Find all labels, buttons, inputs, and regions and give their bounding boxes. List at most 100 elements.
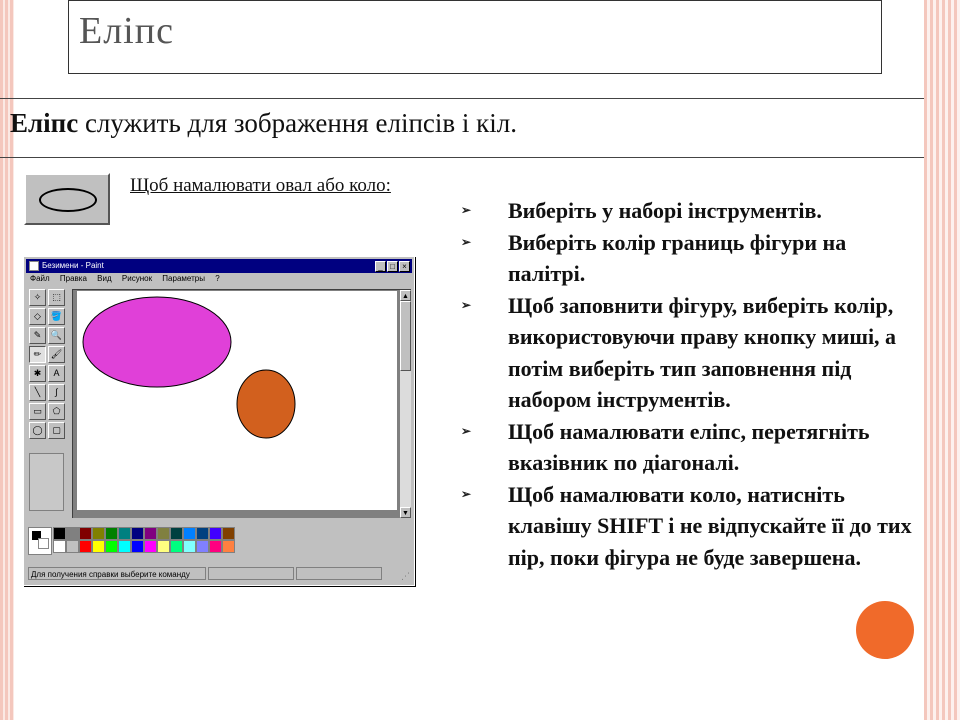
color-swatch[interactable] <box>144 527 157 540</box>
status-cell-position <box>208 567 294 580</box>
ellipse-icon <box>39 188 97 212</box>
orange-navigation-dot[interactable] <box>856 601 914 659</box>
status-bar: Для получения справки выберите команду ⋰ <box>26 567 412 581</box>
magenta-ellipse <box>82 296 232 388</box>
resize-grip-icon[interactable]: ⋰ <box>401 569 410 583</box>
menu-image[interactable]: Рисунок <box>122 274 152 283</box>
arrow-bullet-icon: ➢ <box>461 234 472 249</box>
scroll-up-icon[interactable]: ▲ <box>400 290 411 301</box>
color-picker-tool[interactable]: ✎ <box>29 327 46 344</box>
drawing-canvas[interactable] <box>77 291 397 510</box>
polygon-tool[interactable]: ⬠ <box>48 403 65 420</box>
color-palette <box>53 527 235 554</box>
color-swatch[interactable] <box>105 527 118 540</box>
scroll-down-icon[interactable]: ▼ <box>400 507 411 518</box>
color-swatch[interactable] <box>79 540 92 553</box>
color-swatch[interactable] <box>118 527 131 540</box>
color-swatch[interactable] <box>131 540 144 553</box>
status-cell-size <box>296 567 382 580</box>
menu-help[interactable]: ? <box>215 274 219 283</box>
instruction-list: ➢ Виберіть у наборі інструментів. ➢ Вибері… <box>457 195 922 573</box>
ellipse-tool-button[interactable] <box>24 173 110 225</box>
list-item: ➢ Виберіть колір границь фігури на палітр… <box>457 227 922 290</box>
arrow-bullet-icon: ➢ <box>461 297 472 312</box>
current-colors <box>28 527 52 555</box>
slide-title: Еліпс <box>79 10 174 52</box>
color-swatch[interactable] <box>196 540 209 553</box>
subtitle-bold: Еліпс <box>10 108 79 138</box>
color-swatch[interactable] <box>79 527 92 540</box>
airbrush-tool[interactable]: ✱ <box>29 365 46 382</box>
arrow-bullet-icon: ➢ <box>461 423 472 438</box>
color-swatch[interactable] <box>144 540 157 553</box>
color-swatch[interactable] <box>92 527 105 540</box>
color-swatch[interactable] <box>183 540 196 553</box>
rectangle-tool[interactable]: ▭ <box>29 403 46 420</box>
magnifier-tool[interactable]: 🔍 <box>48 327 65 344</box>
list-item: ➢ Щоб заповнити фігуру, виберіть колір, в… <box>457 290 922 416</box>
color-swatch[interactable] <box>183 527 196 540</box>
slide-subtitle: Еліпс служить для зображення еліпсів і к… <box>10 108 517 139</box>
eraser-tool[interactable]: ◇ <box>29 308 46 325</box>
canvas-area: ▲ ▼ <box>72 289 411 518</box>
window-controls: _ □ × <box>374 260 410 274</box>
howto-heading: Щоб намалювати овал або коло: <box>130 175 391 196</box>
paint-menubar: Файл Правка Вид Рисунок Параметры ? <box>26 274 224 283</box>
menu-options[interactable]: Параметры <box>162 274 205 283</box>
list-item: ➢ Виберіть у наборі інструментів. <box>457 195 922 227</box>
line-tool[interactable]: ╲ <box>29 384 46 401</box>
scroll-thumb[interactable] <box>400 301 411 371</box>
color-swatch[interactable] <box>118 540 131 553</box>
maximize-button[interactable]: □ <box>387 261 398 272</box>
rounded-rect-tool[interactable]: ▢ <box>48 422 65 439</box>
paint-titlebar: Безимени - Paint _ □ × <box>26 259 412 273</box>
curve-tool[interactable]: ∫ <box>48 384 65 401</box>
minimize-button[interactable]: _ <box>375 261 386 272</box>
color-swatch[interactable] <box>53 527 66 540</box>
color-swatch[interactable] <box>53 540 66 553</box>
rect-select-tool[interactable]: ⬚ <box>48 289 65 306</box>
color-swatch[interactable] <box>209 540 222 553</box>
color-swatch[interactable] <box>222 527 235 540</box>
color-swatch[interactable] <box>170 540 183 553</box>
status-text: Для получения справки выберите команду <box>28 567 206 580</box>
color-swatch[interactable] <box>170 527 183 540</box>
pencil-tool[interactable]: ✏ <box>29 346 46 363</box>
ellipse-tool[interactable]: ◯ <box>29 422 46 439</box>
color-swatch[interactable] <box>66 527 79 540</box>
color-swatch[interactable] <box>157 540 170 553</box>
color-swatch[interactable] <box>105 540 118 553</box>
paint-app-icon <box>29 261 39 271</box>
menu-file[interactable]: Файл <box>30 274 50 283</box>
color-swatch[interactable] <box>196 527 209 540</box>
title-box: Еліпс <box>68 0 882 74</box>
paint-window: Безимени - Paint _ □ × Файл Правка Вид Рис… <box>23 256 415 586</box>
right-decorative-stripes <box>924 0 960 720</box>
divider-top <box>0 98 924 99</box>
tool-options-panel[interactable] <box>29 453 64 511</box>
color-swatch[interactable] <box>209 527 222 540</box>
color-swatch[interactable] <box>66 540 79 553</box>
orange-circle <box>236 369 296 439</box>
list-item: ➢ Щоб намалювати еліпс, перетягніть вказі… <box>457 416 922 479</box>
close-button[interactable]: × <box>399 261 410 272</box>
divider-bottom <box>0 157 924 158</box>
color-swatch[interactable] <box>131 527 144 540</box>
menu-view[interactable]: Вид <box>97 274 111 283</box>
background-color <box>38 538 49 549</box>
paint-window-title: Безимени - Paint <box>42 261 104 270</box>
subtitle-rest: служить для зображення еліпсів і кіл. <box>78 108 517 138</box>
text-tool[interactable]: A <box>48 365 65 382</box>
list-item: ➢ Щоб намалювати коло, натисніть клавішу … <box>457 479 922 574</box>
arrow-bullet-icon: ➢ <box>461 486 472 501</box>
free-select-tool[interactable]: ✧ <box>29 289 46 306</box>
menu-edit[interactable]: Правка <box>60 274 87 283</box>
canvas-drawing <box>82 296 296 439</box>
color-swatch[interactable] <box>157 527 170 540</box>
color-swatch[interactable] <box>222 540 235 553</box>
fill-tool[interactable]: 🪣 <box>48 308 65 325</box>
color-swatch[interactable] <box>92 540 105 553</box>
arrow-bullet-icon: ➢ <box>461 203 472 217</box>
vertical-scrollbar[interactable]: ▲ ▼ <box>400 290 411 518</box>
brush-tool[interactable]: 🖌 <box>48 346 65 363</box>
